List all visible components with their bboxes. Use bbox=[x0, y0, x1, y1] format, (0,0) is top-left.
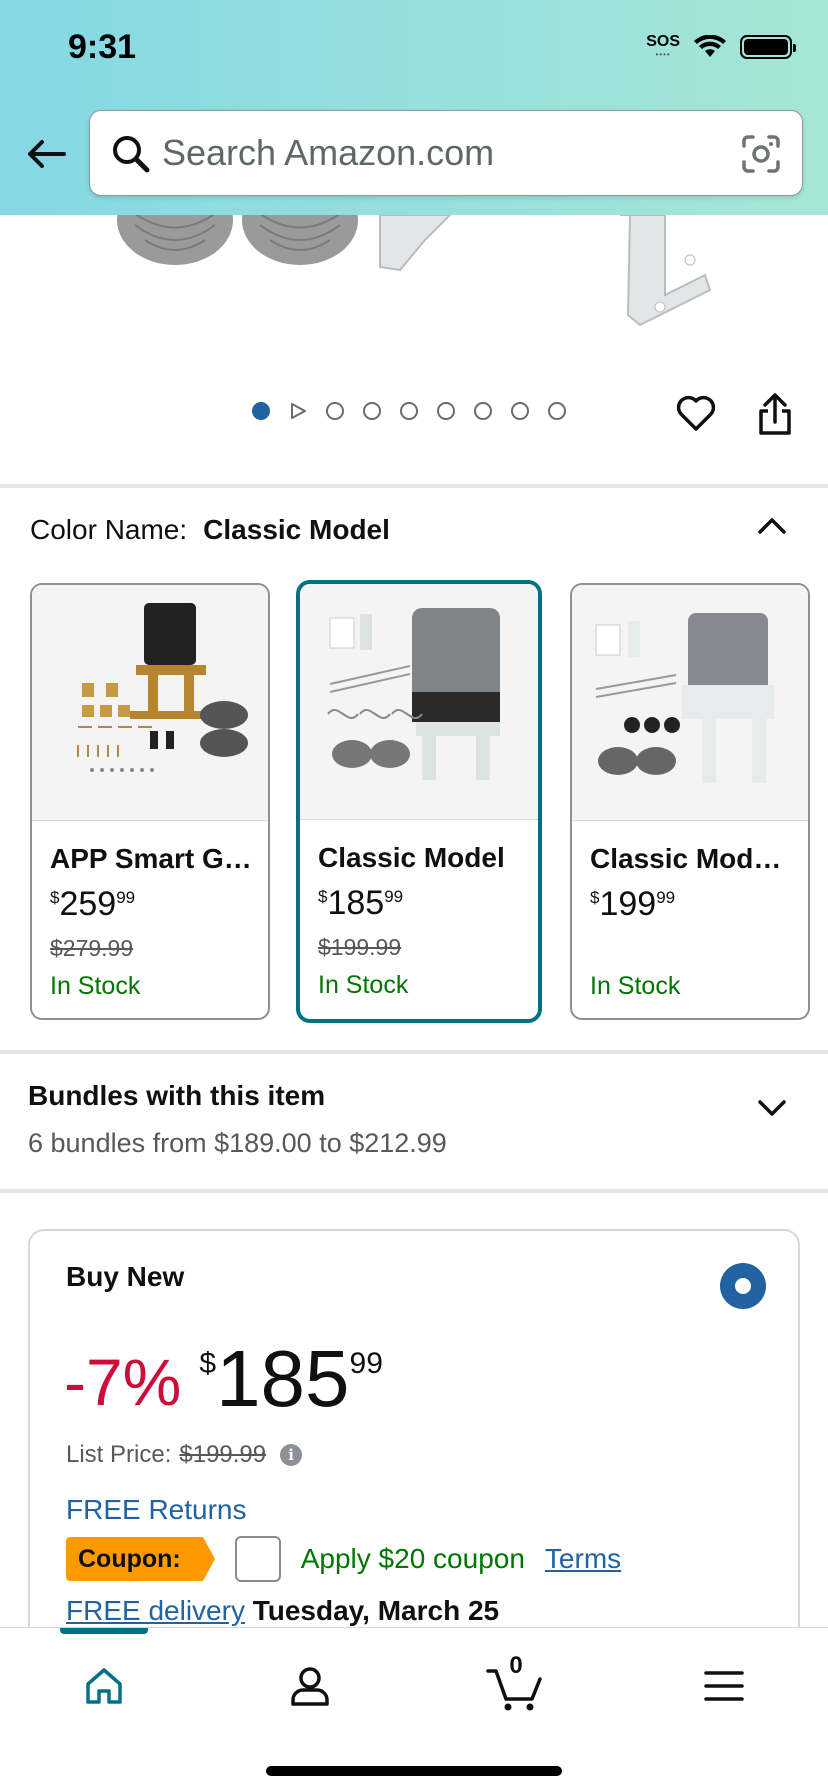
bundles-subtitle: 6 bundles from $189.00 to $212.99 bbox=[28, 1128, 447, 1158]
video-play-icon[interactable] bbox=[289, 402, 307, 420]
wishlist-heart-icon[interactable] bbox=[675, 392, 717, 434]
variant-price: $18599 bbox=[318, 884, 404, 922]
variant-stock: In Stock bbox=[318, 971, 409, 999]
delivery-row: FREE delivery Tuesday, March 25 bbox=[66, 1595, 499, 1627]
coupon-text[interactable]: Apply $20 coupon bbox=[301, 1543, 525, 1575]
battery-icon bbox=[740, 34, 796, 59]
nav-home[interactable] bbox=[74, 1656, 134, 1716]
chevron-up-icon[interactable] bbox=[754, 508, 790, 544]
free-delivery-link[interactable]: FREE delivery bbox=[66, 1595, 245, 1626]
user-icon bbox=[291, 1667, 329, 1706]
coupon-terms-link[interactable]: Terms bbox=[545, 1543, 621, 1575]
free-returns-link[interactable]: FREE Returns bbox=[66, 1494, 247, 1526]
gallery-dot[interactable] bbox=[400, 402, 418, 420]
section-divider bbox=[0, 1189, 828, 1193]
color-label: Color Name: bbox=[30, 514, 188, 545]
delivery-date: Tuesday, March 25 bbox=[252, 1595, 500, 1626]
variant-image bbox=[300, 584, 538, 820]
price-symbol: $ bbox=[199, 1347, 217, 1380]
product-page: 9:31 SOS •••• Search Amazon.com Color Na… bbox=[0, 0, 828, 1792]
variant-title: Classic Model bbox=[318, 842, 505, 873]
variant-stock: In Stock bbox=[590, 972, 681, 1000]
gallery-dot[interactable] bbox=[326, 402, 344, 420]
section-divider bbox=[0, 484, 828, 488]
variant-list-price: $279.99 bbox=[50, 935, 134, 961]
chevron-down-icon[interactable] bbox=[754, 1090, 790, 1126]
search-bar[interactable] bbox=[89, 110, 803, 196]
variant-price: $25999 bbox=[50, 885, 136, 923]
menu-icon bbox=[704, 1671, 744, 1701]
gallery-dot[interactable] bbox=[363, 402, 381, 420]
price-whole: 185 bbox=[216, 1334, 350, 1423]
gallery-dots[interactable] bbox=[252, 402, 566, 420]
buy-new-card[interactable]: Buy New -7% $ 185 99 List Price: $199.99… bbox=[28, 1229, 800, 1649]
camera-search-icon[interactable] bbox=[740, 133, 782, 175]
bundles-title[interactable]: Bundles with this item bbox=[28, 1080, 325, 1112]
sos-label: SOS bbox=[646, 33, 680, 50]
status-time: 9:31 bbox=[68, 28, 137, 66]
list-price-row: List Price: $199.99 i bbox=[66, 1441, 303, 1469]
variant-price: $19999 bbox=[590, 885, 676, 923]
home-icon bbox=[86, 1668, 122, 1704]
info-icon[interactable]: i bbox=[280, 1444, 303, 1466]
cart-count: 0 bbox=[509, 1652, 523, 1679]
variant-stock: In Stock bbox=[50, 972, 141, 1000]
variant-image bbox=[572, 585, 808, 821]
variant-swatch-selected[interactable]: Classic Model $18599 $199.99 In Stock bbox=[296, 580, 542, 1023]
gallery-dot[interactable] bbox=[474, 402, 492, 420]
coupon-checkbox[interactable] bbox=[234, 1536, 281, 1582]
coupon-row: Coupon: Apply $20 coupon Terms bbox=[66, 1536, 621, 1582]
gallery-dot[interactable] bbox=[511, 402, 529, 420]
search-input[interactable] bbox=[162, 131, 702, 175]
product-photo bbox=[117, 215, 712, 327]
home-indicator bbox=[266, 1766, 562, 1776]
product-image[interactable] bbox=[0, 215, 828, 345]
back-arrow-icon bbox=[28, 140, 66, 168]
gallery-dot[interactable] bbox=[437, 402, 455, 420]
price-fraction: 99 bbox=[349, 1347, 383, 1380]
gallery-dot[interactable] bbox=[548, 402, 566, 420]
share-icon[interactable] bbox=[757, 392, 793, 436]
price-block: -7% $ 185 99 bbox=[64, 1339, 383, 1419]
variant-image bbox=[32, 585, 268, 821]
list-price-value: $199.99 bbox=[179, 1441, 267, 1468]
variant-title: APP Smart Gate Opener bbox=[50, 843, 256, 874]
status-icons: SOS •••• bbox=[646, 33, 796, 60]
variant-swatch[interactable]: Classic Model Pro $19999 In Stock bbox=[570, 583, 810, 1020]
coupon-badge: Coupon: bbox=[66, 1537, 215, 1581]
nav-cart[interactable]: 0 bbox=[486, 1652, 546, 1716]
wifi-icon bbox=[694, 34, 726, 57]
list-price-label: List Price: bbox=[66, 1441, 172, 1468]
search-icon bbox=[113, 136, 150, 173]
back-button[interactable] bbox=[22, 130, 70, 178]
color-value: Classic Model bbox=[203, 514, 390, 545]
nav-menu[interactable] bbox=[694, 1656, 754, 1716]
sos-indicator: SOS •••• bbox=[646, 33, 680, 60]
variant-list-price: $199.99 bbox=[318, 934, 402, 960]
variant-swatch[interactable]: APP Smart Gate Opener $25999 $279.99 In … bbox=[30, 583, 270, 1020]
section-divider bbox=[0, 1050, 828, 1054]
gallery-dot[interactable] bbox=[252, 402, 270, 420]
nav-account[interactable] bbox=[280, 1656, 340, 1716]
nav-active-indicator bbox=[60, 1628, 148, 1634]
color-name-row: Color Name: Classic Model bbox=[30, 514, 390, 546]
discount-percent: -7% bbox=[64, 1345, 182, 1419]
header: 9:31 SOS •••• bbox=[0, 0, 828, 215]
variant-title: Classic Model Pro bbox=[590, 843, 796, 874]
buy-new-title: Buy New bbox=[66, 1261, 185, 1292]
buy-new-radio[interactable] bbox=[720, 1263, 766, 1309]
